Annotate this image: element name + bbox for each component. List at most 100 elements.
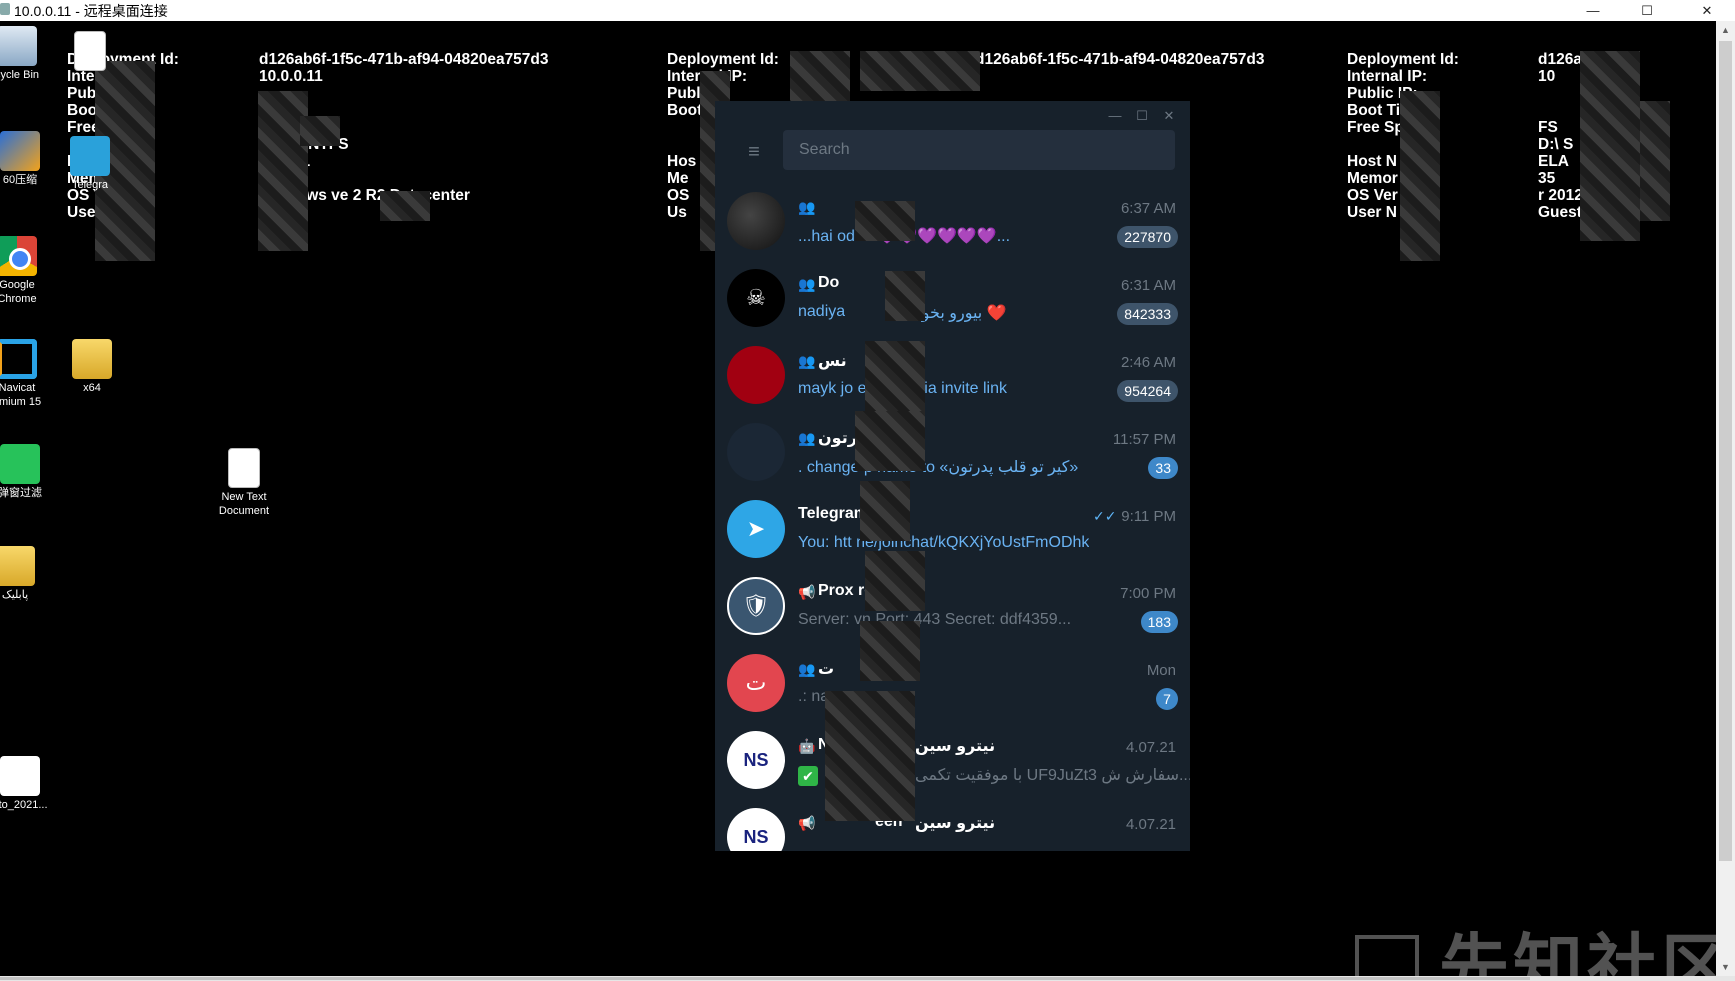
chat-name: Telegram [798, 505, 868, 522]
chat-time: 11:57 PM [1112, 431, 1176, 448]
chat-avatar [727, 423, 785, 481]
rdp-app-icon [0, 3, 10, 15]
redaction-pixelation [885, 271, 925, 321]
chat-preview: You: htt ne/joinchat/kQKXjYoUstFmODhk [798, 534, 1090, 551]
redaction-pixelation [860, 621, 920, 681]
watermark: 先知社区 [1355, 911, 1716, 976]
bginfo-value: 10.0.0.11 [259, 68, 323, 85]
archive-icon [0, 131, 40, 171]
desktop-icon-screenshot[interactable]: oto_2021... [0, 756, 55, 812]
chat-name: ت [818, 661, 835, 678]
desktop-icon-folder-fa[interactable]: پابلیک [0, 546, 50, 602]
rdp-maximize-button[interactable]: ☐ [1624, 0, 1670, 21]
bginfo-label: Deployment Id: [1347, 51, 1459, 68]
desktop-icon-zip[interactable]: 60压缩 [0, 131, 55, 187]
text-file-icon [228, 448, 260, 488]
desktop-icon-label: Telegra [71, 179, 109, 191]
redaction-pixelation [855, 201, 915, 241]
redaction-pixelation [258, 91, 308, 251]
chat-time: 6:31 AM [1120, 277, 1176, 294]
scrollbar-thumb[interactable] [0, 977, 1530, 980]
chat-list-item[interactable]: 👥 6:37 AM ...hai oded 💜💜💜💜💜💜... 227870 [715, 183, 1190, 260]
rdp-close-button[interactable]: ✕ [1684, 0, 1730, 21]
search-input[interactable]: Search [783, 130, 1175, 170]
text-file-icon [74, 31, 106, 71]
desktop-icon-navicat[interactable]: Navicat emium 15 [0, 339, 52, 409]
chat-time: 9:11 PM [1121, 508, 1176, 525]
scrollbar-thumb[interactable] [1719, 41, 1732, 861]
bginfo-value-2-header: d126ab6f-1f5c-471b-af94-04820ea757d3 [975, 51, 1265, 68]
channel-icon: 📢 [798, 815, 816, 831]
group-icon: 👥 [798, 661, 816, 677]
redaction-pixelation [860, 51, 980, 91]
desktop-icon-label: x64 [83, 382, 101, 394]
unread-badge: 227870 [1117, 226, 1178, 248]
scroll-down-icon[interactable]: ▼ [1716, 958, 1735, 976]
unread-badge: 183 [1140, 611, 1178, 633]
chat-list-item[interactable]: ☠ 👥 Do 6:31 AM nadiya بیورو بخون ❤️ 8423… [715, 260, 1190, 337]
nitro-seen-logo: NS [727, 731, 785, 789]
chat-list-item[interactable]: NS 🤖 N نیترو سین 4.07.21 ✔ با موفقیت تکم… [715, 722, 1190, 799]
chat-name-rtl: نیترو سین [915, 738, 996, 755]
chat-list-item[interactable]: ت 👥 ت Mon .: nam 7 [715, 645, 1190, 722]
desktop-icon-recycle-bin[interactable]: cycle Bin [0, 26, 52, 82]
desktop-icon-label: New Text Document [218, 491, 270, 517]
chat-list-item[interactable]: 👥 کیر پرتون 11:57 PM . change p name to … [715, 414, 1190, 491]
scroll-up-icon[interactable]: ▲ [1716, 21, 1735, 39]
bot-icon: 🤖 [798, 738, 816, 754]
desktop-icon-label: 弹窗过滤 [0, 487, 42, 499]
group-icon: 👥 [798, 353, 816, 369]
bginfo-label: Deployment Id: [667, 51, 779, 68]
group-icon: 👥 [798, 199, 816, 215]
desktop-icon-label: cycle Bin [0, 69, 40, 81]
redaction-pixelation [300, 116, 340, 146]
redaction-pixelation [380, 191, 430, 221]
chat-name: Do [818, 274, 840, 291]
chat-avatar: ☠ [727, 269, 785, 327]
bginfo-label: Internal IP: [1347, 68, 1428, 85]
chat-list-item[interactable]: 👥 نس 2:46 AM mayk jo e group via invite … [715, 337, 1190, 414]
desktop-icon-chrome[interactable]: Google Chrome [0, 236, 52, 306]
chat-list: 👥 6:37 AM ...hai oded 💜💜💜💜💜💜... 227870 ☠… [715, 183, 1190, 851]
unread-badge: 7 [1156, 688, 1178, 710]
check-mark-icon: ✔ [798, 766, 818, 786]
desktop-icon-x64[interactable]: x64 [57, 339, 127, 395]
chat-list-item[interactable]: NS 📢 een نیترو سین 4.07.21 [715, 799, 1190, 851]
redaction-pixelation [865, 341, 925, 411]
redaction-pixelation [1580, 51, 1640, 241]
group-icon: 👥 [798, 276, 816, 292]
redaction-pixelation [860, 481, 910, 541]
telegram-maximize-button[interactable]: ☐ [1133, 107, 1151, 125]
chat-time: 2:46 AM [1120, 354, 1176, 371]
telegram-titlebar: — ☐ ✕ [715, 101, 1190, 130]
telegram-header: ≡ Search [715, 130, 1190, 182]
chat-name-rtl: نیترو سین [915, 815, 996, 832]
telegram-minimize-button[interactable]: — [1106, 107, 1124, 125]
nitro-seen-logo: NS [727, 808, 785, 851]
telegram-close-button[interactable]: ✕ [1160, 107, 1178, 125]
horizontal-scrollbar[interactable] [0, 976, 1735, 981]
image-file-icon [0, 756, 40, 796]
desktop-icon-telegram[interactable]: Telegra [55, 136, 125, 192]
redaction-pixelation [825, 691, 915, 821]
desktop-icon-popup-filter[interactable]: 弹窗过滤 [0, 444, 55, 500]
group-icon: 👥 [798, 430, 816, 446]
hamburger-menu-icon[interactable]: ≡ [741, 139, 767, 165]
desktop-icon-file[interactable] [62, 31, 132, 73]
chat-list-item[interactable]: ➤ Telegram ✓✓ 9:11 PM You: htt ne/joinch… [715, 491, 1190, 568]
telegram-icon [70, 136, 110, 176]
redaction-pixelation [855, 411, 925, 471]
chat-list-item[interactable]: 🛡 📢 Prox roto 7:00 PM Server: vn Port: 4… [715, 568, 1190, 645]
desktop-icon-new-text-document[interactable]: New Text Document [209, 448, 279, 518]
chat-preview: nadiya [798, 303, 846, 320]
chrome-icon [0, 236, 37, 276]
telegram-logo-icon: ➤ [727, 500, 785, 558]
chat-name: نس [818, 353, 847, 370]
vertical-scrollbar[interactable]: ▲ ▼ [1716, 21, 1735, 976]
remote-desktop: Deployment Id: Internal IP: Public IP: B… [0, 21, 1716, 976]
chat-avatar [727, 192, 785, 250]
redaction-pixelation [1400, 91, 1440, 261]
telegram-window: — ☐ ✕ ≡ Search 👥 6:37 AM ...hai oded 💜💜💜… [715, 101, 1190, 851]
rdp-minimize-button[interactable]: — [1570, 0, 1616, 21]
unread-badge: 954264 [1117, 380, 1178, 402]
